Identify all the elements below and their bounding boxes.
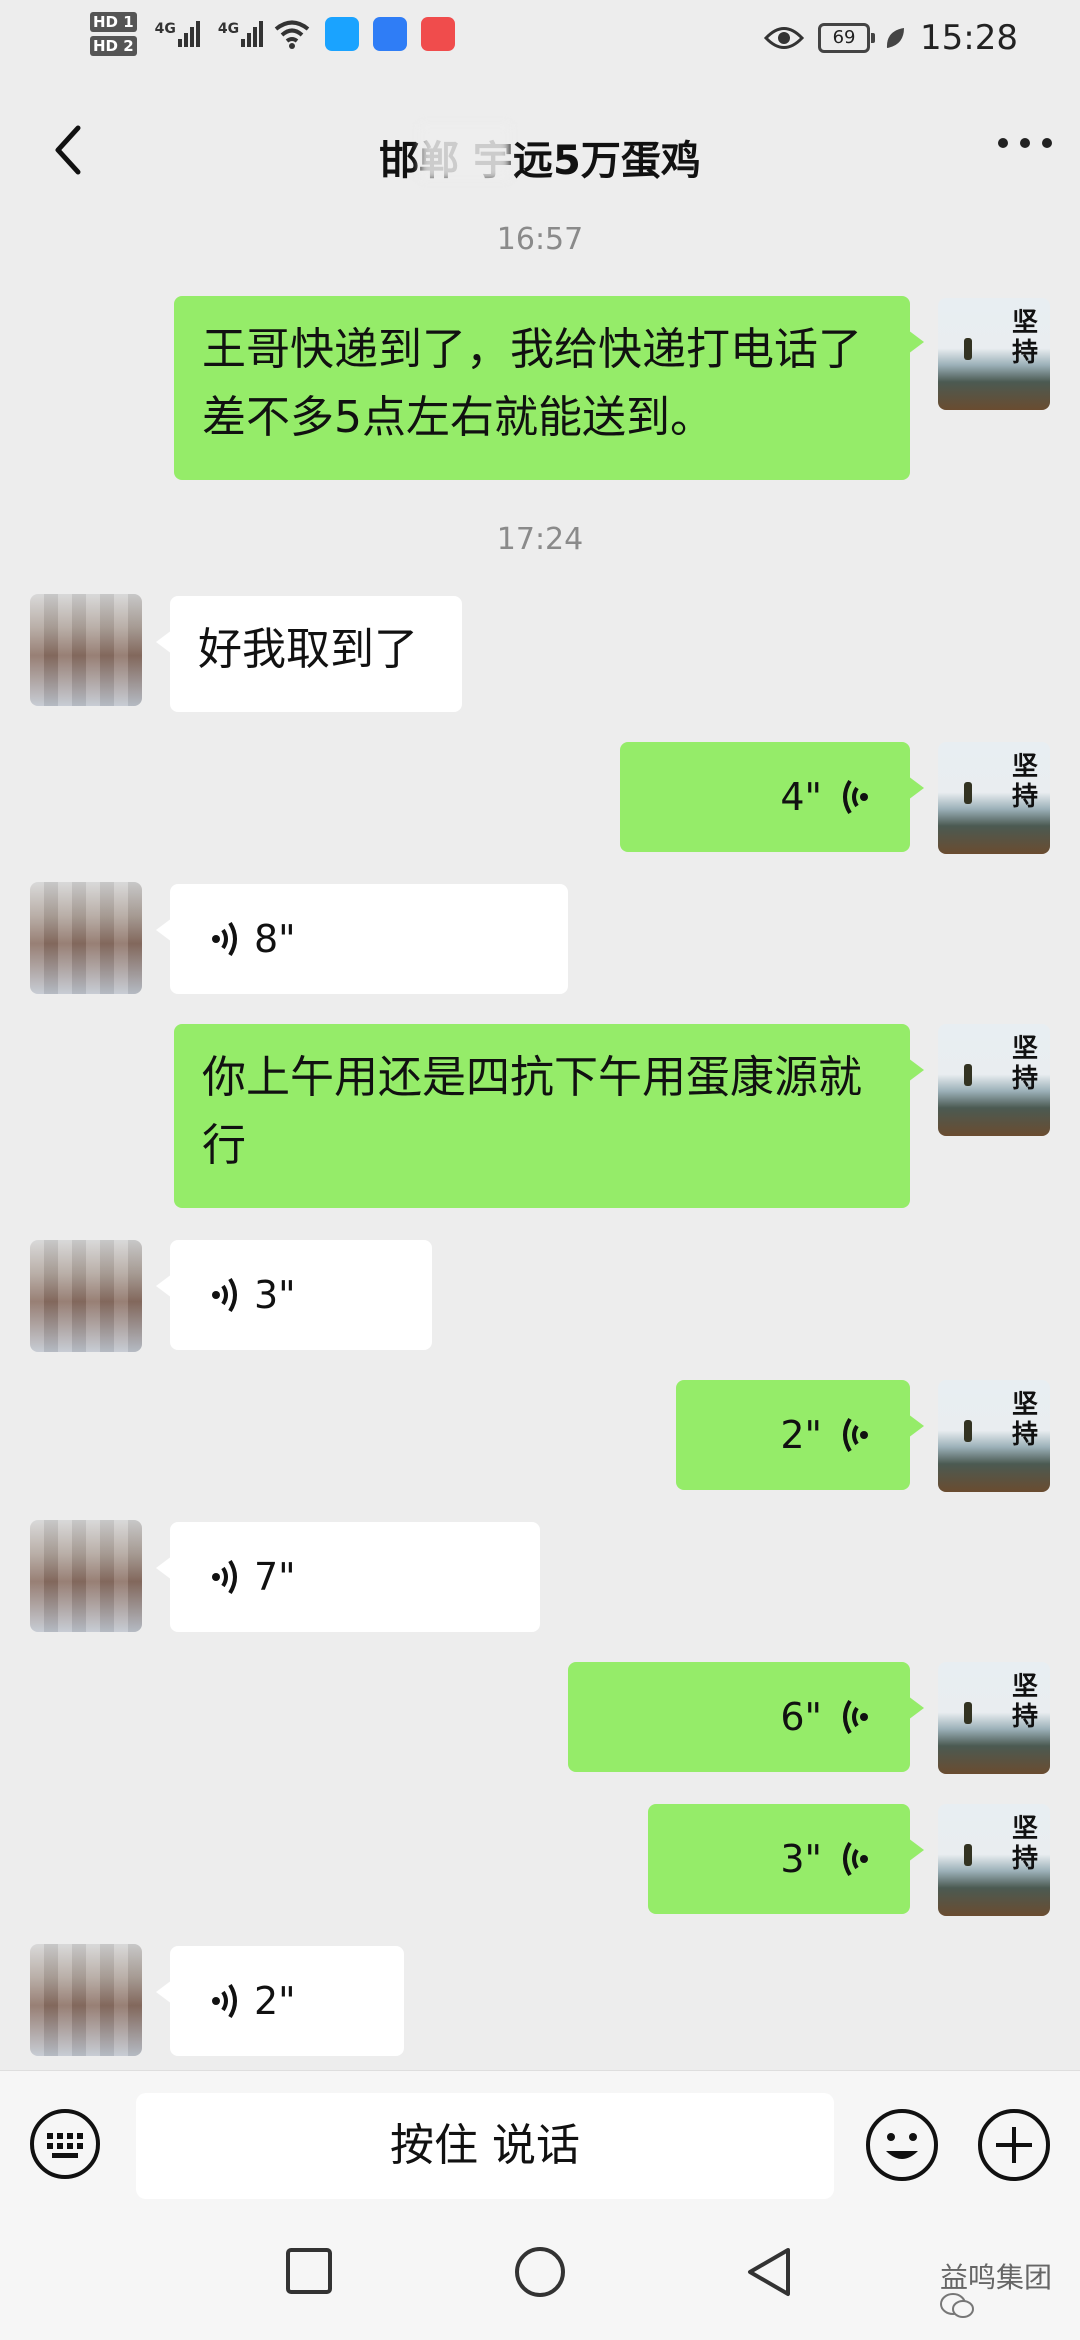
self-avatar[interactable]: 坚 持 — [938, 1024, 1050, 1136]
message-bubble-out[interactable]: 王哥快递到了，我给快递打电话了差不多5点左右就能送到。 — [174, 296, 924, 480]
voice-message-out[interactable]: 2" — [676, 1380, 924, 1490]
voice-duration: 6" — [780, 1695, 822, 1739]
signal-icon-2: 4G — [217, 21, 264, 47]
self-avatar[interactable]: 坚 持 — [938, 1380, 1050, 1492]
title-redaction — [420, 124, 510, 180]
contact-avatar[interactable] — [30, 594, 142, 706]
wechat-logo-icon — [939, 2293, 974, 2318]
contact-avatar[interactable] — [30, 882, 142, 994]
input-bar: 按住 说话 — [0, 2070, 1080, 2211]
voice-duration: 3" — [780, 1837, 822, 1881]
voice-wave-icon — [843, 779, 868, 815]
voice-duration: 2" — [780, 1413, 822, 1457]
hold-to-talk-button[interactable]: 按住 说话 — [136, 2093, 834, 2199]
add-icon[interactable] — [976, 2107, 1052, 2183]
keyboard-icon[interactable] — [28, 2107, 102, 2181]
chat-title: 邯郸 宇远5万蛋鸡 — [379, 138, 701, 184]
contact-avatar[interactable] — [30, 1240, 142, 1352]
voice-duration: 4" — [780, 775, 822, 819]
voice-wave-icon — [212, 921, 237, 957]
battery-icon: 69 — [818, 23, 876, 53]
sim1-label: HD 1 — [90, 12, 137, 32]
message-text: 你上午用还是四抗下午用蛋康源就行 — [202, 1052, 862, 1171]
voice-duration: 2" — [254, 1979, 296, 2023]
voice-message-out[interactable]: 4" — [620, 742, 924, 852]
voice-wave-icon — [843, 1841, 868, 1877]
browser-app-icon — [325, 17, 360, 51]
more-options-icon[interactable] — [998, 138, 1052, 148]
voice-message-out[interactable]: 3" — [648, 1804, 924, 1914]
voice-wave-icon — [212, 1559, 237, 1595]
voice-duration: 7" — [254, 1555, 296, 1599]
sim-indicators: HD 1 HD 2 — [90, 12, 137, 56]
voice-duration: 8" — [254, 917, 296, 961]
voice-wave-icon — [212, 1277, 237, 1313]
self-avatar[interactable]: 坚 持 — [938, 742, 1050, 854]
message-text: 王哥快递到了，我给快递打电话了差不多5点左右就能送到。 — [202, 324, 862, 443]
emoji-icon[interactable] — [864, 2107, 940, 2183]
eye-icon — [764, 27, 805, 49]
self-avatar[interactable]: 坚 持 — [938, 1804, 1050, 1916]
contact-avatar[interactable] — [30, 1944, 142, 2056]
clock: 15:28 — [920, 18, 1018, 58]
timestamp: 17:24 — [496, 522, 584, 557]
voice-message-in[interactable]: 3" — [156, 1240, 432, 1350]
watermark: 益鸣集团 — [939, 2256, 1052, 2318]
leaf-icon — [886, 28, 905, 48]
signal-icon-1: 4G — [155, 21, 200, 47]
chat-header: 邯郸 宇远5万蛋鸡 — [0, 80, 1080, 210]
voice-message-in[interactable]: 7" — [156, 1522, 540, 1632]
status-bar: HD 1 HD 2 4G 4G 69 15:28 — [0, 0, 1080, 80]
contact-avatar[interactable] — [30, 1520, 142, 1632]
battery-level: 69 — [832, 27, 856, 48]
voice-wave-icon — [843, 1699, 868, 1735]
sim2-label: HD 2 — [90, 36, 137, 56]
watermark-text: 益鸣集团 — [939, 2261, 1052, 2294]
back-nav-icon[interactable] — [744, 2246, 794, 2298]
message-bubble-out[interactable]: 你上午用还是四抗下午用蛋康源就行 — [174, 1024, 924, 1208]
voice-message-out[interactable]: 6" — [568, 1662, 924, 1772]
cloud-app-icon — [373, 17, 408, 51]
message-text: 好我取到了 — [198, 624, 418, 675]
red-app-icon — [421, 17, 456, 51]
network-type-2: 4G — [217, 21, 240, 37]
voice-message-in[interactable]: 2" — [156, 1946, 404, 2056]
recent-apps-icon[interactable] — [284, 2246, 334, 2296]
voice-wave-icon — [843, 1417, 868, 1453]
network-type-1: 4G — [154, 21, 176, 37]
system-navigation-bar: 益鸣集团 — [0, 2210, 1080, 2340]
self-avatar[interactable]: 坚 持 — [938, 298, 1050, 410]
message-list[interactable]: 16:57 坚 持 王哥快递到了，我给快递打电话了差不多5点左右就能送到。 17… — [0, 210, 1080, 2070]
wifi-icon — [274, 20, 310, 49]
message-bubble-in[interactable]: 好我取到了 — [156, 596, 462, 712]
self-avatar[interactable]: 坚 持 — [938, 1662, 1050, 1774]
voice-duration: 3" — [254, 1273, 296, 1317]
timestamp: 16:57 — [496, 222, 584, 257]
home-icon[interactable] — [514, 2246, 566, 2298]
voice-wave-icon — [212, 1983, 237, 2019]
voice-message-in[interactable]: 8" — [156, 884, 568, 994]
